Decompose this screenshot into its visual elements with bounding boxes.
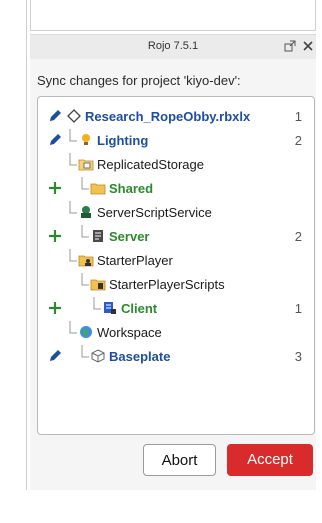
tree-row-workspace[interactable]: Workspace xyxy=(38,321,314,345)
plugin-titlebar: Rojo 7.5.1 xyxy=(30,34,316,60)
accept-button[interactable]: Accept xyxy=(227,444,313,476)
window-title: Rojo 7.5.1 xyxy=(147,40,199,52)
modified-pencil-icon xyxy=(47,348,63,364)
change-count: 1 xyxy=(294,301,302,316)
abort-button[interactable]: Abort xyxy=(143,444,216,476)
tree-item-label: Research_RopeObby.rbxlx xyxy=(85,109,251,124)
local-script-icon xyxy=(102,300,118,316)
folder-icon xyxy=(90,180,106,196)
tree-branch xyxy=(80,225,90,249)
changes-tree[interactable]: Research_RopeObby.rbxlx 1 Lighting 2 Rep… xyxy=(37,96,315,435)
tree-item-label: Shared xyxy=(109,181,154,196)
tree-item-label: Client xyxy=(121,301,158,316)
modified-pencil-icon xyxy=(47,132,63,148)
tree-item-label: StarterPlayerScripts xyxy=(109,277,225,292)
tree-item-label: Lighting xyxy=(97,133,149,148)
tree-branch xyxy=(68,321,78,345)
tree-row-replicatedstorage[interactable]: ReplicatedStorage xyxy=(38,153,314,177)
change-count: 3 xyxy=(294,349,302,364)
tree-branch xyxy=(68,249,78,273)
starter-player-scripts-icon xyxy=(90,276,106,292)
sync-label: Sync changes for project 'kiyo-dev': xyxy=(37,73,241,88)
change-count: 2 xyxy=(294,133,302,148)
close-icon[interactable] xyxy=(301,39,315,53)
replicated-storage-icon xyxy=(78,156,94,172)
tree-row-shared[interactable]: Shared xyxy=(38,177,314,201)
starter-player-icon xyxy=(78,252,94,268)
tree-branch xyxy=(80,273,90,297)
tree-row-starterplayer[interactable]: StarterPlayer xyxy=(38,249,314,273)
server-script-service-icon xyxy=(78,204,94,220)
tree-row-serverscriptservice[interactable]: ServerScriptService xyxy=(38,201,314,225)
undock-icon[interactable] xyxy=(283,39,297,53)
diamond-icon xyxy=(66,108,82,124)
tree-item-label: Server xyxy=(109,229,150,244)
added-plus-icon xyxy=(47,228,63,244)
tree-branch xyxy=(80,345,90,369)
modified-pencil-icon xyxy=(47,108,63,124)
tree-item-label: ReplicatedStorage xyxy=(97,157,204,172)
lightbulb-icon xyxy=(78,132,94,148)
globe-icon xyxy=(78,324,94,340)
tree-row-place[interactable]: Research_RopeObby.rbxlx 1 xyxy=(38,105,314,129)
added-plus-icon xyxy=(47,300,63,316)
window-edge xyxy=(26,0,27,490)
tree-row-starterplayerscripts[interactable]: StarterPlayerScripts xyxy=(38,273,314,297)
tree-branch xyxy=(80,177,90,201)
tree-row-client[interactable]: Client 1 xyxy=(38,297,314,321)
tree-row-server[interactable]: Server 2 xyxy=(38,225,314,249)
upper-pane xyxy=(30,0,316,31)
change-count: 2 xyxy=(294,229,302,244)
script-icon xyxy=(90,228,106,244)
tree-item-label: StarterPlayer xyxy=(97,253,173,268)
tree-branch xyxy=(92,297,102,321)
tree-branch xyxy=(68,153,78,177)
tree-row-baseplate[interactable]: Baseplate 3 xyxy=(38,345,314,369)
tree-item-label: ServerScriptService xyxy=(97,205,212,220)
change-count: 1 xyxy=(294,109,302,124)
tree-branch xyxy=(68,201,78,225)
tree-item-label: Baseplate xyxy=(109,349,171,364)
tree-item-label: Workspace xyxy=(97,325,162,340)
tree-branch xyxy=(68,129,78,153)
added-plus-icon xyxy=(47,180,63,196)
part-icon xyxy=(90,348,106,364)
tree-row-lighting[interactable]: Lighting 2 xyxy=(38,129,314,153)
